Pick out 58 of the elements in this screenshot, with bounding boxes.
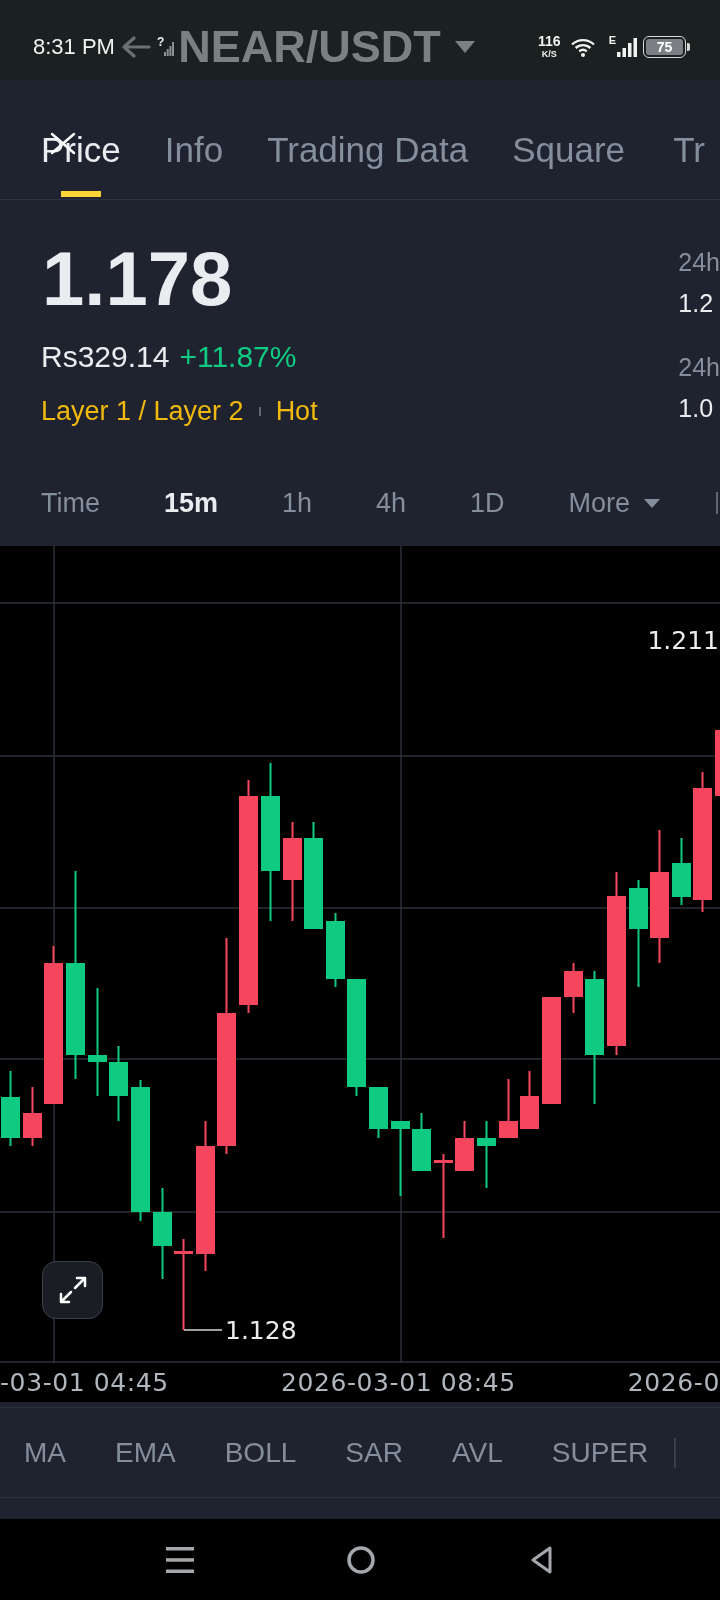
indicator-tab[interactable]: SUPER	[551, 1435, 649, 1470]
time-label: 2026-0	[627, 1367, 720, 1398]
candlestick	[369, 1087, 388, 1138]
tab[interactable]: Tr	[669, 130, 710, 197]
low-price-label: 1.128	[225, 1316, 297, 1345]
status-time: 8:31 PM	[33, 34, 115, 60]
candlestick	[715, 730, 720, 796]
interval-tab[interactable]: 15m	[163, 486, 218, 520]
home-icon[interactable]	[347, 1545, 375, 1574]
caret-icon	[454, 41, 475, 53]
menu-icon[interactable]	[166, 1545, 194, 1574]
interval-tab[interactable]: 1h	[281, 486, 312, 520]
tab[interactable]: Trading Data	[267, 130, 469, 197]
indicator-tab[interactable]: MA	[24, 1435, 66, 1470]
tab[interactable]: Price	[41, 130, 121, 197]
fullscreen-button[interactable]	[42, 1261, 103, 1319]
candlestick	[455, 1121, 474, 1171]
back-arrow-icon[interactable]	[120, 36, 151, 58]
network-type: E	[608, 34, 616, 46]
price-change: +11.87%	[179, 339, 297, 375]
indicator-tab[interactable]: EMA	[115, 1435, 176, 1470]
network-speed: 116	[538, 35, 561, 48]
interval-tab[interactable]: 4h	[375, 486, 406, 520]
candlestick	[477, 1121, 496, 1188]
last-price: 1.178	[42, 241, 233, 317]
pair-selector[interactable]: NEAR/USDT	[178, 22, 475, 72]
indicator-tab[interactable]: BOLL	[224, 1435, 297, 1470]
stat-value: 1.2	[678, 288, 715, 318]
candlestick	[412, 1113, 431, 1171]
time-label: -03-01 04:45	[0, 1367, 169, 1398]
expand-icon	[57, 1275, 88, 1305]
interval-tab[interactable]: Time	[41, 486, 100, 520]
signal-bars-icon	[617, 37, 637, 57]
stat-label: 24h	[678, 247, 720, 277]
signal-icon	[164, 42, 175, 56]
candlestick	[499, 1079, 518, 1138]
category-tag[interactable]: Layer 1 / Layer 2	[41, 395, 244, 427]
stat-value: 1.0	[678, 393, 715, 423]
high-price-label: 1.211	[647, 626, 719, 655]
candlestick	[23, 1087, 42, 1146]
leader-line	[183, 1329, 223, 1331]
indicator-tab[interactable]: AVL	[451, 1435, 503, 1470]
tab[interactable]: Info	[164, 130, 224, 197]
stat-label: 24h	[678, 352, 720, 382]
sim-status: ?	[156, 36, 165, 48]
time-label: 2026-03-01 08:45	[280, 1367, 516, 1398]
indicator-tab[interactable]: SAR	[345, 1435, 403, 1470]
candlestick	[520, 1071, 539, 1129]
category-tag[interactable]: Hot	[275, 395, 318, 427]
wifi-icon	[570, 37, 595, 57]
tab[interactable]: Square	[512, 130, 626, 197]
candlestick	[672, 838, 691, 905]
more-menu[interactable]: More	[568, 486, 660, 520]
interval-tab[interactable]: 1D	[469, 486, 505, 520]
speed-unit: K/S	[541, 50, 557, 59]
caret-icon	[643, 498, 660, 508]
fiat-value: Rs329.14	[41, 339, 170, 375]
candlestick	[564, 963, 583, 1013]
